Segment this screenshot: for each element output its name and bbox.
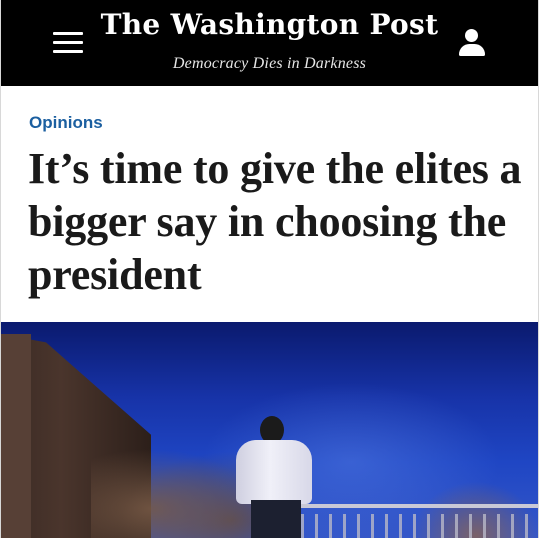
section-label-opinions[interactable]: Opinions [29,113,103,133]
site-header: The Washington Post Democracy Dies in Da… [1,0,538,86]
user-account-icon[interactable] [456,27,488,59]
menu-bar-bottom [53,50,83,53]
menu-bar-middle [53,41,83,44]
article-headline: It’s time to give the elites a bigger sa… [28,144,522,299]
hero-building-edge [1,334,31,538]
hero-image [1,322,538,538]
hero-person-pants [251,500,301,538]
hero-railing [301,504,538,508]
app-frame: The Washington Post Democracy Dies in Da… [0,0,539,538]
user-icon-torso [459,44,485,56]
user-icon-head [465,29,478,42]
hero-railing-posts [301,514,538,538]
hero-person-shirt [236,440,312,504]
